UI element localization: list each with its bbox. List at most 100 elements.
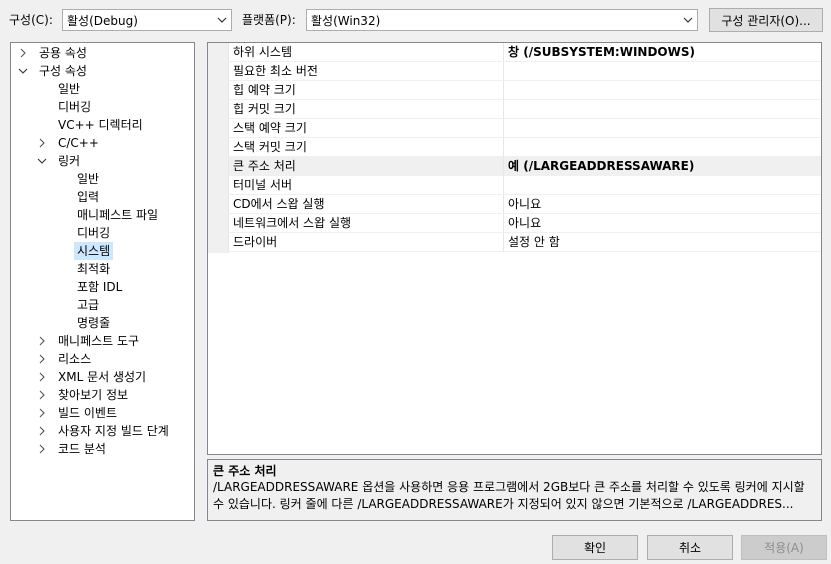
tree-item[interactable]: 구성 속성 [16, 62, 90, 80]
property-tree[interactable]: 공용 속성 구성 속성 일반 디버깅 VC++ 디렉터리 C/C++ 링커 일반 입력 매니페스트… [10, 42, 195, 521]
tree-item[interactable]: 디버깅 [54, 224, 113, 242]
tree-item[interactable]: 링커 [35, 152, 83, 170]
property-row[interactable]: 스택 커밋 크기 [208, 138, 821, 157]
row-gutter [208, 81, 229, 99]
tree-item[interactable]: 고급 [54, 296, 102, 314]
property-name: 큰 주소 처리 [229, 157, 504, 175]
tree-item[interactable]: 매니페스트 파일 [54, 206, 161, 224]
row-gutter [208, 119, 229, 137]
row-gutter [208, 233, 229, 251]
tree-item-label: 명령줄 [77, 316, 111, 330]
row-gutter [208, 176, 229, 194]
chevron-right-icon[interactable] [35, 404, 49, 422]
tree-item-label: 코드 분석 [58, 442, 106, 456]
chevron-right-icon[interactable] [35, 422, 49, 440]
chevron-right-icon[interactable] [35, 440, 49, 458]
chevron-down-icon [213, 10, 231, 30]
chevron-down-icon[interactable] [16, 62, 30, 80]
row-gutter [208, 62, 229, 80]
property-value[interactable] [504, 81, 821, 99]
property-value[interactable]: 아니요 [504, 214, 821, 232]
tree-item[interactable]: 디버깅 [35, 98, 94, 116]
tree-item[interactable]: 일반 [54, 170, 102, 188]
tree-item-label: 고급 [77, 298, 100, 312]
property-row[interactable]: 필요한 최소 버전 [208, 62, 821, 81]
property-value[interactable] [504, 176, 821, 194]
tree-item[interactable]: 공용 속성 [16, 44, 90, 62]
tree-item-label: 디버깅 [77, 226, 111, 240]
chevron-right-icon[interactable] [35, 350, 49, 368]
tree-item-label: 매니페스트 도구 [58, 334, 140, 348]
chevron-down-icon[interactable] [35, 152, 49, 170]
tree-item-label: 시스템 [74, 242, 114, 260]
property-value[interactable] [504, 138, 821, 156]
property-value[interactable]: 창 (/SUBSYSTEM:WINDOWS) [504, 43, 821, 61]
row-gutter [208, 195, 229, 213]
tree-item[interactable]: VC++ 디렉터리 [35, 116, 146, 134]
tree-item[interactable]: 찾아보기 정보 [35, 386, 131, 404]
tree-item[interactable]: 빌드 이벤트 [35, 404, 120, 422]
tree-item-label: 일반 [77, 172, 100, 186]
row-gutter [208, 43, 229, 61]
platform-dropdown[interactable]: 활성(Win32) [306, 9, 698, 31]
tree-item-label: 구성 속성 [39, 64, 87, 78]
property-value[interactable] [504, 119, 821, 137]
property-value[interactable]: 예 (/LARGEADDRESSAWARE) [504, 157, 821, 175]
chevron-right-icon[interactable] [35, 386, 49, 404]
tree-item[interactable]: 사용자 지정 빌드 단계 [35, 422, 172, 440]
property-name: 필요한 최소 버전 [229, 62, 504, 80]
property-value[interactable]: 설정 안 함 [504, 233, 821, 251]
property-row[interactable]: 힙 예약 크기 [208, 81, 821, 100]
property-row[interactable]: 터미널 서버 [208, 176, 821, 195]
tree-item[interactable]: XML 문서 생성기 [35, 368, 149, 386]
config-manager-button[interactable]: 구성 관리자(O)... [709, 8, 823, 32]
property-name: 힙 예약 크기 [229, 81, 504, 99]
property-row[interactable]: 드라이버 설정 안 함 [208, 233, 821, 252]
tree-item[interactable]: C/C++ [35, 134, 102, 152]
tree-item[interactable]: 입력 [54, 188, 102, 206]
ok-button[interactable]: 확인 [552, 535, 638, 560]
platform-label: 플랫폼(P): [242, 13, 296, 27]
property-row[interactable]: 네트워크에서 스왑 실행 아니요 [208, 214, 821, 233]
chevron-right-icon[interactable] [35, 368, 49, 386]
property-row[interactable]: 힙 커밋 크기 [208, 100, 821, 119]
description-panel: 큰 주소 처리 /LARGEADDRESSAWARE 옵션을 사용하면 응용 프… [207, 459, 822, 521]
tree-item[interactable]: 리소스 [35, 350, 94, 368]
tree-item[interactable]: 포함 IDL [54, 278, 125, 296]
tree-item[interactable]: 매니페스트 도구 [35, 332, 142, 350]
property-row[interactable]: 스택 예약 크기 [208, 119, 821, 138]
tree-item-label: 사용자 지정 빌드 단계 [58, 424, 169, 438]
tree-item-label: 빌드 이벤트 [58, 406, 118, 420]
property-row[interactable]: 큰 주소 처리 예 (/LARGEADDRESSAWARE) [208, 157, 821, 176]
chevron-right-icon[interactable] [35, 134, 49, 152]
tree-item[interactable]: 일반 [35, 80, 83, 98]
tree-item[interactable]: 시스템 [54, 242, 114, 260]
grid-gutter-strip [208, 252, 229, 253]
tree-item[interactable]: 코드 분석 [35, 440, 109, 458]
property-value[interactable] [504, 62, 821, 80]
chevron-right-icon[interactable] [16, 44, 30, 62]
property-row[interactable]: CD에서 스왑 실행 아니요 [208, 195, 821, 214]
property-name: 드라이버 [229, 233, 504, 251]
property-name: 스택 예약 크기 [229, 119, 504, 137]
property-row[interactable]: 하위 시스템 창 (/SUBSYSTEM:WINDOWS) [208, 43, 821, 62]
property-grid[interactable]: 하위 시스템 창 (/SUBSYSTEM:WINDOWS) 필요한 최소 버전 힙 예… [207, 42, 822, 455]
property-value[interactable] [504, 100, 821, 118]
row-gutter [208, 100, 229, 118]
chevron-right-icon[interactable] [35, 332, 49, 350]
property-value[interactable]: 아니요 [504, 195, 821, 213]
row-gutter [208, 138, 229, 156]
cancel-button[interactable]: 취소 [647, 535, 733, 560]
tree-item[interactable]: 최적화 [54, 260, 113, 278]
apply-button[interactable]: 적용(A) [741, 535, 827, 560]
tree-item-label: 일반 [58, 82, 81, 96]
config-dropdown[interactable]: 활성(Debug) [62, 9, 232, 31]
tree-item[interactable]: 명령줄 [54, 314, 113, 332]
